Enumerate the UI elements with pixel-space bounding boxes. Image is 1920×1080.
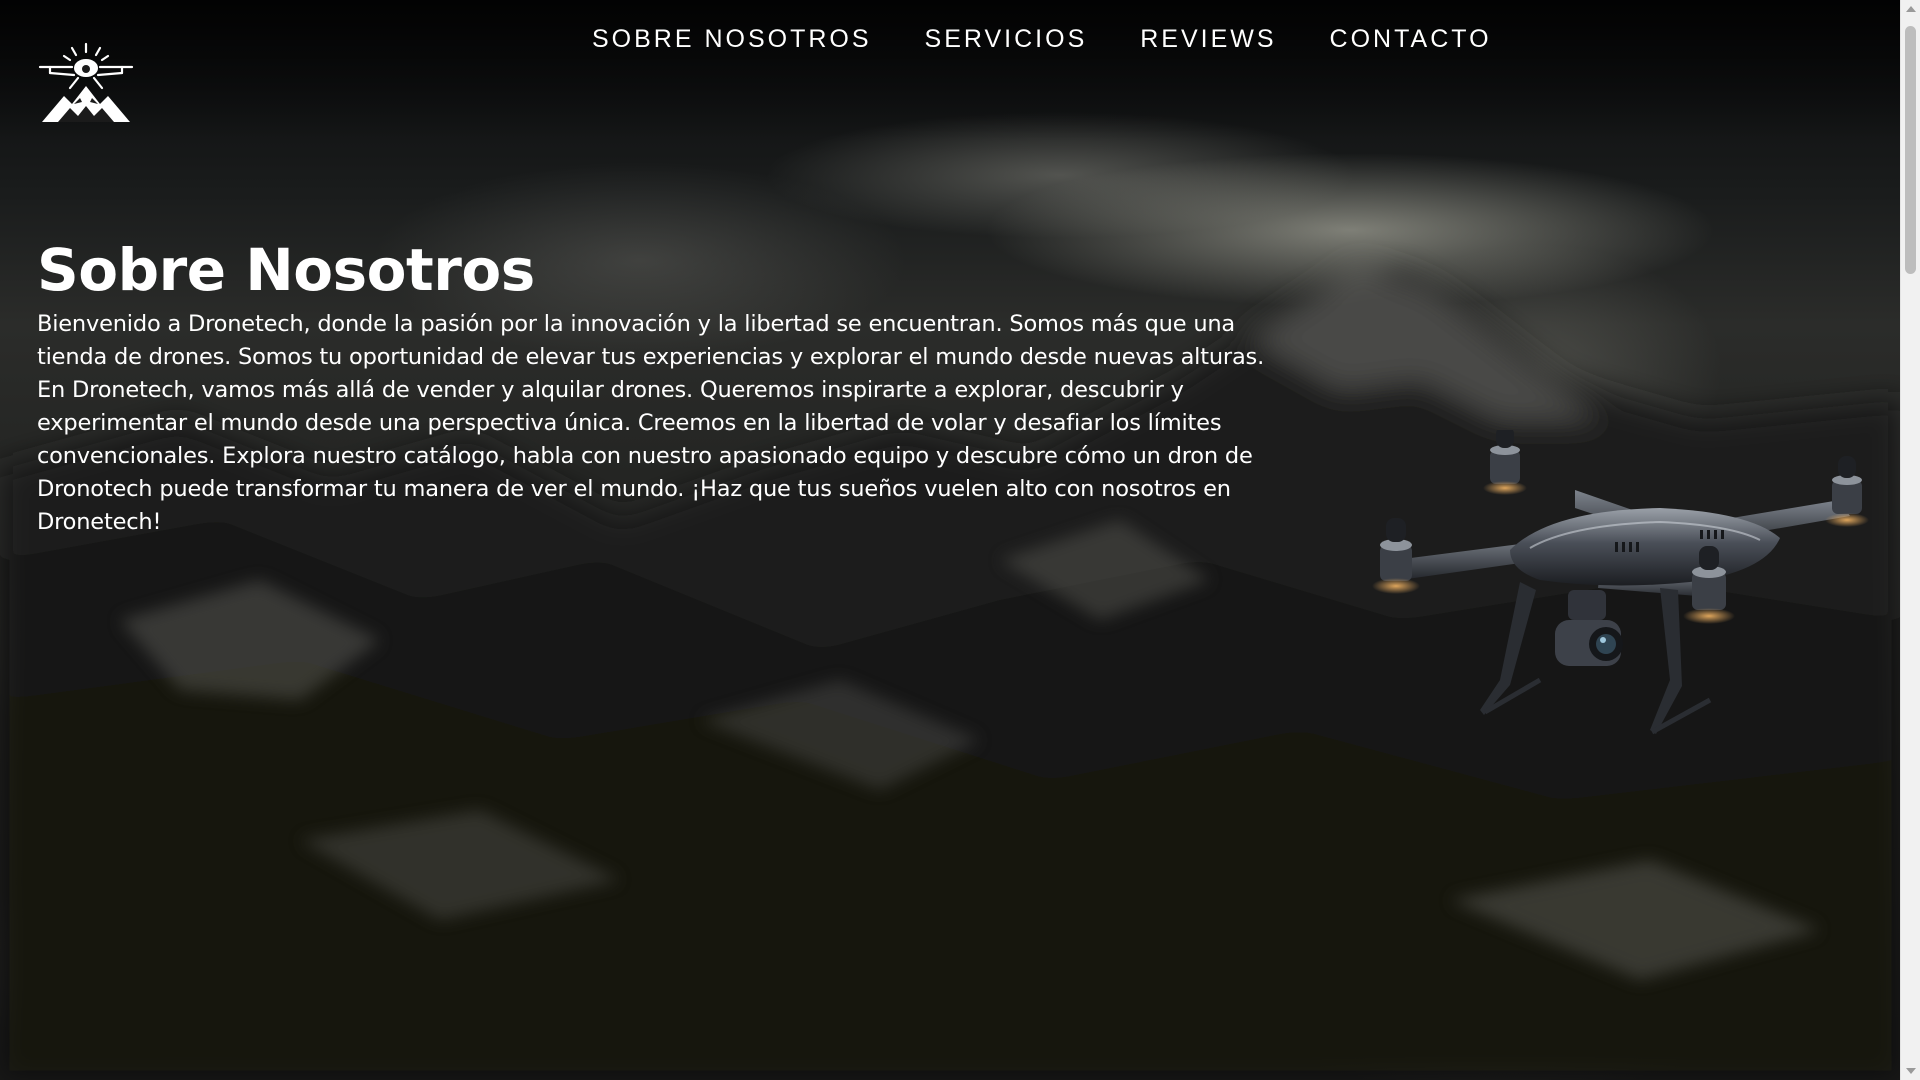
- quadcopter-drone-image: [1372, 430, 1869, 735]
- nav-link-reviews[interactable]: REVIEWS: [1140, 22, 1276, 56]
- about-description: Bienvenido a Dronetech, donde la pasión …: [37, 311, 1265, 535]
- drone-mountain-logo-icon[interactable]: [36, 42, 136, 128]
- about-section: Sobre Nosotros Bienvenido a Dronetech, d…: [37, 232, 1267, 539]
- nav-link-servicios[interactable]: SERVICIOS: [925, 22, 1088, 56]
- scroll-thumb[interactable]: [1905, 26, 1916, 274]
- nav-link-sobre-nosotros[interactable]: SOBRE NOSOTROS: [592, 22, 872, 56]
- page-scrollbar[interactable]: [1900, 0, 1920, 1080]
- main-nav: SOBRE NOSOTROS SERVICIOS REVIEWS CONTACT…: [592, 22, 1545, 56]
- scroll-up-arrow-icon[interactable]: [1906, 6, 1916, 12]
- nav-link-contacto[interactable]: CONTACTO: [1330, 22, 1492, 56]
- about-title: Sobre Nosotros: [37, 236, 535, 304]
- page: SOBRE NOSOTROS SERVICIOS REVIEWS CONTACT…: [0, 0, 1920, 1080]
- header-shade: [0, 0, 1901, 140]
- scroll-down-arrow-icon[interactable]: [1906, 1068, 1916, 1074]
